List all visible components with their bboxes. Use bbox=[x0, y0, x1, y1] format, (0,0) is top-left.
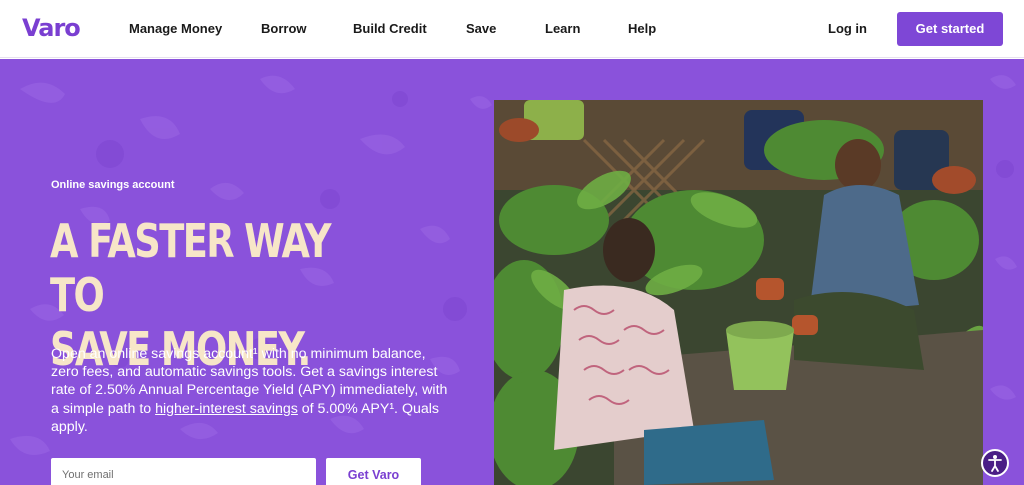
accessibility-button[interactable] bbox=[981, 449, 1009, 477]
site-header: Varo Manage Money Borrow Build Credit Sa… bbox=[0, 0, 1024, 58]
hero-description: Open an online savings account¹ with no … bbox=[51, 345, 451, 436]
nav-borrow[interactable]: Borrow bbox=[261, 21, 307, 36]
nav-learn[interactable]: Learn bbox=[545, 21, 580, 36]
nav-save[interactable]: Save bbox=[466, 21, 496, 36]
headline-line-1: A FASTER WAY TO bbox=[50, 214, 332, 322]
hero-section: Online savings account A FASTER WAY TO S… bbox=[0, 59, 1024, 485]
nav-build-credit[interactable]: Build Credit bbox=[353, 21, 427, 36]
nav-manage-money[interactable]: Manage Money bbox=[129, 21, 222, 36]
accessibility-icon bbox=[988, 455, 1002, 472]
garden-photo-illustration bbox=[494, 100, 983, 485]
nav-help[interactable]: Help bbox=[628, 21, 656, 36]
hero-photo bbox=[494, 100, 983, 485]
get-started-button[interactable]: Get started bbox=[897, 12, 1003, 46]
login-link[interactable]: Log in bbox=[828, 21, 867, 36]
varo-logo[interactable]: Varo bbox=[22, 14, 81, 42]
get-varo-button[interactable]: Get Varo bbox=[326, 458, 421, 485]
higher-interest-savings-link[interactable]: higher-interest savings bbox=[155, 401, 298, 417]
eyebrow-label: Online savings account bbox=[51, 179, 175, 191]
email-input[interactable] bbox=[51, 458, 316, 485]
